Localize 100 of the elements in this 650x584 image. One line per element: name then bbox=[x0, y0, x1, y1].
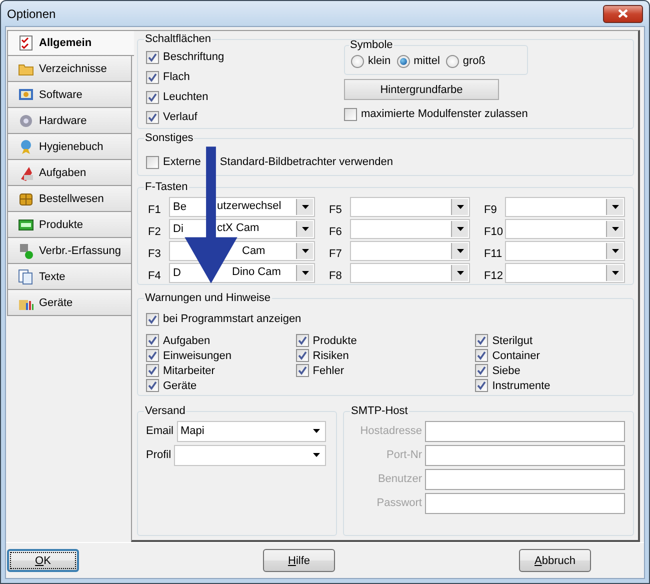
checkbox[interactable] bbox=[146, 50, 159, 64]
checkbox[interactable] bbox=[146, 90, 159, 104]
tab-icon bbox=[18, 268, 34, 284]
caret-icon bbox=[302, 227, 308, 231]
checkbox-label: Container bbox=[492, 350, 540, 362]
caret-icon bbox=[456, 249, 464, 253]
dropdown[interactable]: Di ctX Cam bbox=[169, 219, 315, 239]
field-label: Benutzer bbox=[378, 473, 422, 485]
group-title: Versand bbox=[144, 405, 186, 417]
group-title: F-Tasten bbox=[144, 181, 189, 193]
checkbox-label: Mitarbeiter bbox=[163, 364, 215, 376]
checkbox[interactable] bbox=[475, 349, 488, 362]
radio-label: klein bbox=[368, 55, 391, 67]
radio-label: mittel bbox=[414, 55, 440, 67]
tab[interactable]: Aufgaben bbox=[7, 160, 131, 186]
checkbox[interactable] bbox=[146, 349, 159, 362]
close-button[interactable] bbox=[603, 4, 643, 22]
window-title: Optionen bbox=[7, 6, 56, 20]
checkbox-label: bei Programmstart anzeigen bbox=[163, 313, 302, 325]
dropdown[interactable]: Be utzerwechsel bbox=[169, 197, 315, 217]
checkbox-label: Aufgaben bbox=[163, 334, 210, 346]
checkbox[interactable] bbox=[146, 110, 159, 124]
checkbox[interactable] bbox=[475, 379, 488, 392]
checkbox-label: Sterilgut bbox=[492, 334, 533, 346]
caret-icon bbox=[313, 429, 320, 433]
checkbox[interactable] bbox=[146, 312, 159, 326]
tab[interactable]: Hardware bbox=[7, 108, 131, 134]
tab[interactable]: Texte bbox=[7, 264, 131, 290]
tab[interactable]: Geräte bbox=[7, 290, 131, 316]
checkbox-label: Geräte bbox=[163, 380, 197, 392]
dropdown-value: ctX Cam bbox=[217, 222, 260, 234]
caret-icon bbox=[302, 249, 308, 253]
checkbox[interactable] bbox=[475, 334, 488, 347]
key-label: F2 bbox=[148, 226, 162, 239]
dialog-button[interactable]: Hilfe bbox=[263, 549, 335, 572]
dropdown[interactable]: Mapi bbox=[176, 420, 326, 442]
caret-icon bbox=[612, 271, 618, 275]
checkbox-label: maximierte Modulfenster zulassen bbox=[361, 108, 528, 120]
tab-icon bbox=[18, 35, 34, 51]
tab[interactable]: Verbr.-Erfassung bbox=[7, 238, 131, 264]
dropdown[interactable]: D Dino Cam bbox=[169, 263, 315, 283]
checkbox-label: Fehler bbox=[312, 364, 344, 376]
checkbox-label: Standard-Bildbetrachter verwenden bbox=[220, 156, 393, 168]
group-title: Symbole bbox=[349, 39, 394, 51]
checkbox-label: Produkte bbox=[312, 334, 357, 346]
checkbox-label: Verlauf bbox=[163, 111, 198, 123]
caret-icon bbox=[612, 249, 618, 253]
key-label: F7 bbox=[329, 248, 343, 261]
radio-button[interactable] bbox=[396, 54, 410, 68]
caret-icon bbox=[302, 271, 308, 275]
caret-icon bbox=[456, 227, 464, 231]
checkbox[interactable] bbox=[344, 108, 357, 120]
checkbox[interactable] bbox=[296, 349, 309, 362]
key-label: F1 bbox=[148, 204, 162, 217]
group-title: SMTP-Host bbox=[350, 405, 409, 417]
radio-button[interactable] bbox=[351, 54, 364, 68]
tab[interactable]: Allgemein bbox=[7, 30, 134, 56]
caret-icon bbox=[313, 453, 320, 457]
tab[interactable]: Verzeichnisse bbox=[7, 56, 131, 82]
checkbox[interactable] bbox=[296, 364, 309, 377]
group-title: Schaltflächen bbox=[144, 33, 212, 45]
tab-icon bbox=[18, 190, 34, 206]
checkbox[interactable] bbox=[146, 156, 159, 168]
checkbox[interactable] bbox=[146, 364, 159, 377]
dialog-button[interactable]: OK bbox=[7, 549, 79, 572]
checkbox-label: Einweisungen bbox=[163, 350, 232, 362]
dropdown-value: Cam bbox=[242, 245, 266, 257]
checkbox[interactable] bbox=[146, 379, 159, 392]
caret-icon bbox=[302, 205, 308, 209]
caret-icon bbox=[612, 205, 618, 209]
dropdown-value: Di bbox=[173, 223, 184, 235]
checkbox-label: Instrumente bbox=[492, 380, 550, 392]
dropdown-value: Be bbox=[173, 201, 186, 213]
key-label: F4 bbox=[148, 270, 162, 283]
key-label: F3 bbox=[148, 248, 162, 261]
tab-icon bbox=[18, 138, 34, 154]
checkbox[interactable] bbox=[146, 334, 159, 347]
tab-icon bbox=[18, 216, 34, 232]
checkbox[interactable] bbox=[296, 334, 309, 347]
tab[interactable]: Produkte bbox=[7, 212, 131, 238]
field-label: Profil bbox=[146, 449, 172, 461]
checkbox[interactable] bbox=[146, 70, 159, 84]
radio-label: groß bbox=[462, 55, 486, 67]
radio-button[interactable] bbox=[446, 54, 459, 68]
checkbox[interactable] bbox=[475, 364, 488, 377]
caret-icon bbox=[612, 227, 618, 231]
key-label: F10 bbox=[484, 226, 502, 239]
tab-icon bbox=[18, 112, 34, 128]
tab-icon bbox=[18, 86, 34, 102]
field-label: Port-Nr bbox=[386, 449, 422, 461]
tab[interactable]: Software bbox=[7, 82, 131, 108]
checkbox-label: Leuchten bbox=[163, 91, 208, 103]
dropdown-value: Dino Cam bbox=[232, 266, 281, 278]
tab[interactable]: Hygienebuch bbox=[7, 134, 131, 160]
key-label: F9 bbox=[484, 204, 498, 217]
field-label: Passwort bbox=[376, 497, 422, 509]
tab[interactable]: Bestellwesen bbox=[7, 186, 131, 212]
key-label: F5 bbox=[329, 204, 343, 217]
dialog-button[interactable]: Abbruch bbox=[519, 549, 591, 572]
background-color-button[interactable]: Hintergrundfarbe bbox=[344, 79, 499, 100]
